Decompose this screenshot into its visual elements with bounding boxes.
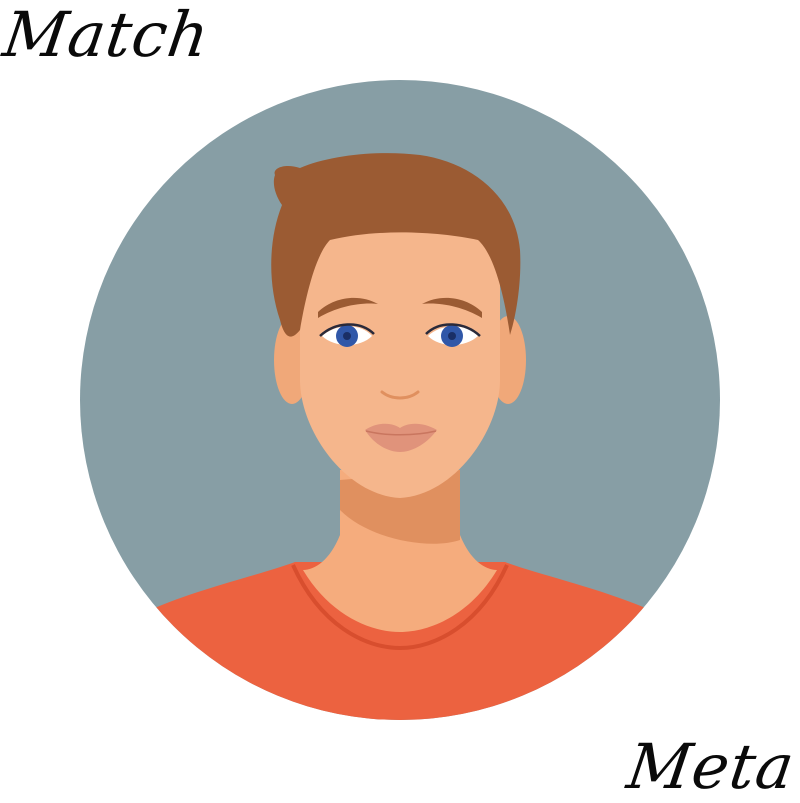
man-avatar-icon: [80, 80, 720, 720]
right-eye-pupil: [448, 332, 456, 340]
face: [300, 200, 500, 498]
left-eye-pupil: [343, 332, 351, 340]
caption-meta: Meta: [622, 730, 800, 803]
